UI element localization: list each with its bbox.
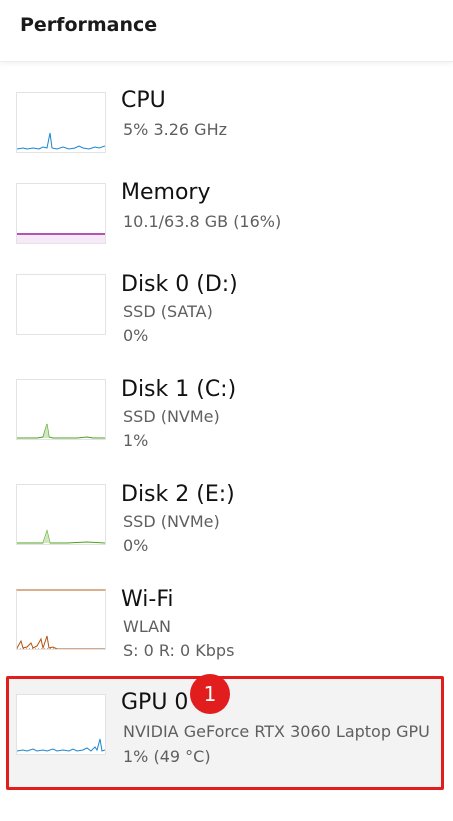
sidebar-item-detail: NVIDIA GeForce RTX 3060 Laptop GPU: [123, 722, 430, 741]
header-bar: Performance: [0, 0, 453, 62]
sidebar-item-label: Disk 1 (C:): [121, 377, 237, 402]
disk-graph-icon: [16, 274, 106, 335]
network-graph-icon: [16, 589, 106, 650]
sidebar-item-label: GPU 0: [121, 690, 189, 715]
sidebar-item-wifi[interactable]: Wi-Fi WLAN S: 0 R: 0 Kbps: [0, 577, 453, 681]
sidebar-item-value: 0%: [123, 326, 149, 345]
sidebar-item-cpu[interactable]: CPU 5% 3.26 GHz: [0, 78, 453, 182]
sidebar-item-detail: SSD (NVMe): [123, 407, 220, 426]
sidebar-item-value: 0%: [123, 536, 149, 555]
sidebar-item-detail: SSD (NVMe): [123, 512, 220, 531]
memory-graph-icon: [16, 183, 106, 244]
sidebar-item-value: 1%: [123, 431, 149, 450]
annotation-badge: 1: [190, 674, 230, 714]
disk-graph-icon: [16, 484, 106, 545]
sidebar-item-disk-2[interactable]: Disk 2 (E:) SSD (NVMe) 0%: [0, 472, 453, 576]
sidebar-item-label: Wi-Fi: [121, 587, 174, 612]
sidebar-item-label: Disk 0 (D:): [121, 272, 238, 297]
sidebar-item-disk-1[interactable]: Disk 1 (C:) SSD (NVMe) 1%: [0, 367, 453, 471]
sidebar-item-detail: SSD (SATA): [123, 302, 213, 321]
disk-graph-icon: [16, 379, 106, 440]
sidebar-item-label: CPU: [121, 88, 166, 113]
sidebar-item-detail: 10.1/63.8 GB (16%): [123, 212, 282, 231]
sidebar-item-value: 1% (49 °C): [123, 747, 211, 766]
sidebar-item-memory[interactable]: Memory 10.1/63.8 GB (16%): [0, 170, 453, 274]
sidebar-item-value: S: 0 R: 0 Kbps: [123, 641, 235, 660]
sidebar-item-detail: WLAN: [123, 617, 172, 636]
sidebar-item-detail: 5% 3.26 GHz: [123, 120, 228, 139]
sidebar-item-label: Disk 2 (E:): [121, 482, 235, 507]
page-title: Performance: [20, 14, 158, 36]
sidebar-item-disk-0[interactable]: Disk 0 (D:) SSD (SATA) 0%: [0, 262, 453, 366]
cpu-graph-icon: [16, 92, 106, 153]
sidebar-item-label: Memory: [121, 180, 211, 205]
gpu-graph-icon: [16, 694, 106, 755]
